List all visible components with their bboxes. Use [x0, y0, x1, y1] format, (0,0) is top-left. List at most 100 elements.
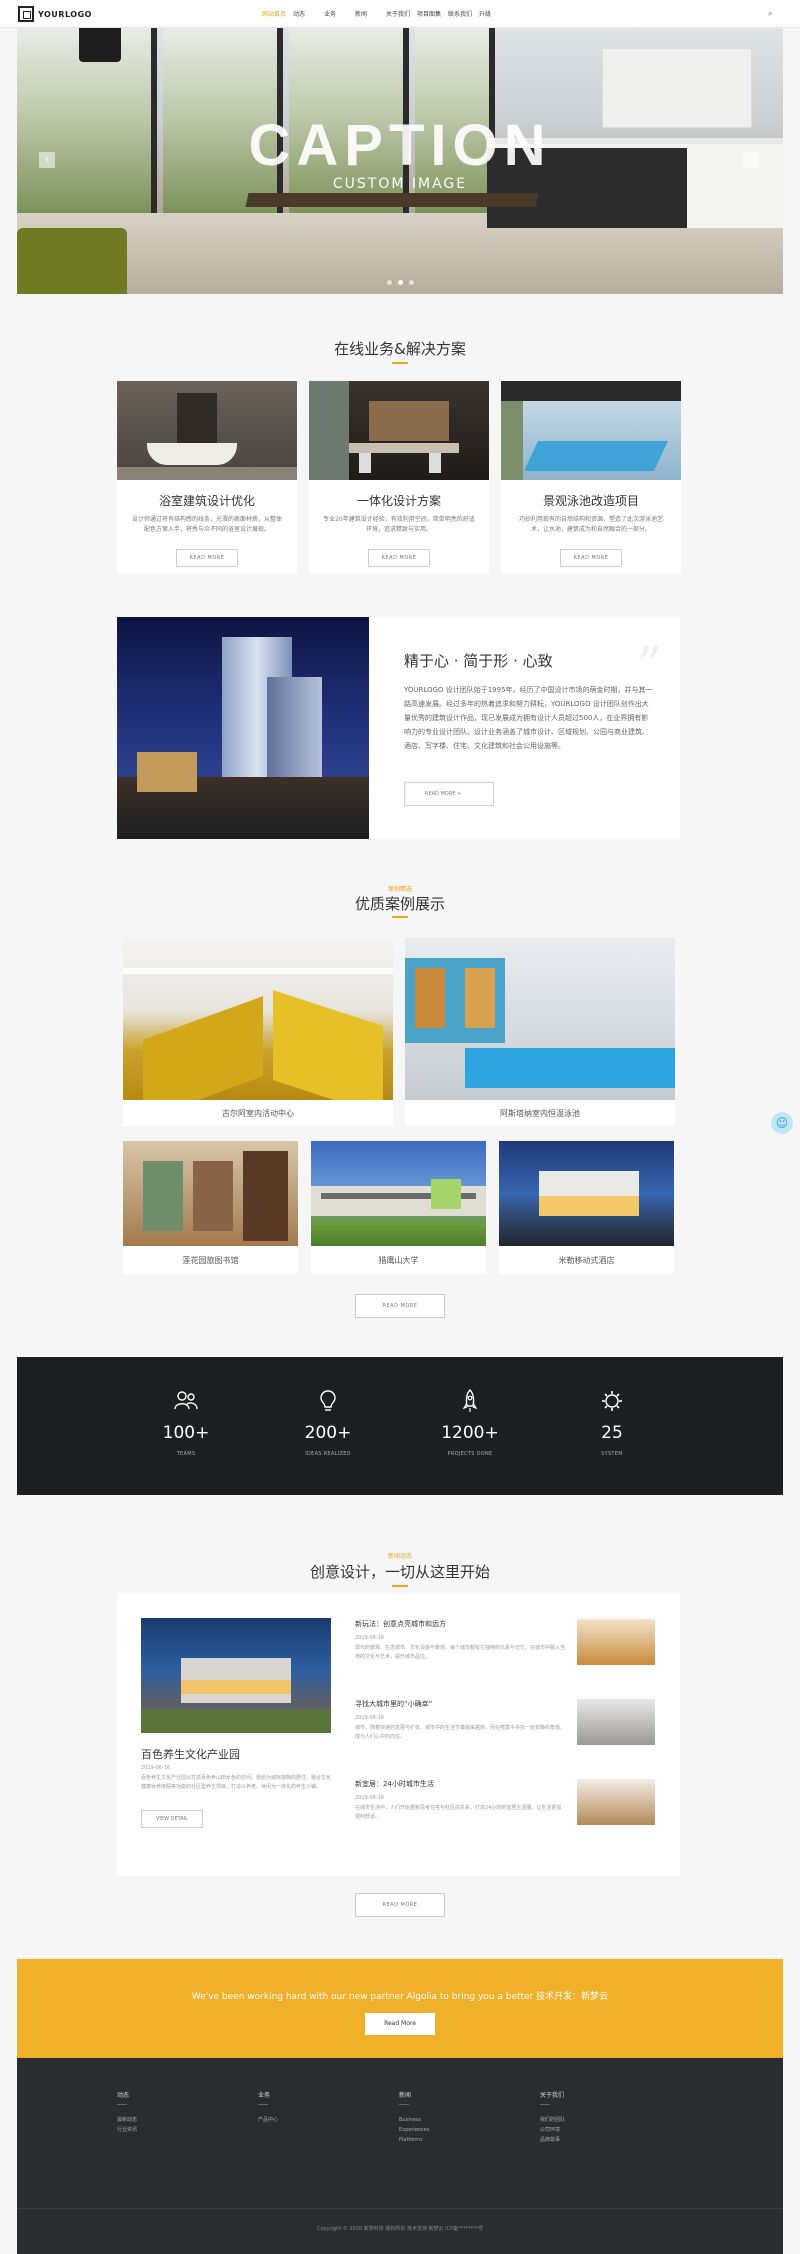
footer-link[interactable]: 产品中心	[258, 2115, 278, 2125]
news-featured-date: 2019-06-16	[141, 1765, 171, 1771]
nav-item-about[interactable]: 关于我们	[386, 9, 417, 18]
service-read-more-button[interactable]: READ MORE	[368, 549, 430, 567]
slider-dot[interactable]	[409, 280, 414, 285]
news-item-text: 在城市生活中，人们开始重新思考住宅与社区的关系，打造24小时的宜居生活圈，让生活…	[355, 1805, 562, 1820]
nav-item-gallery[interactable]: 项目图集	[417, 9, 448, 18]
case-card[interactable]: 阿斯塔纳室内恒温泳池	[405, 938, 675, 1126]
footer-divider	[540, 2104, 550, 2105]
slider-dot[interactable]	[387, 280, 392, 285]
stat-value: 100+	[162, 1423, 210, 1443]
cta-read-more-button[interactable]: Read More	[365, 2013, 435, 2035]
hero-subtitle: CUSTOM IMAGE	[332, 176, 468, 192]
footer-link[interactable]: 公司环境	[540, 2125, 565, 2135]
about-title: 精于心 · 简于形 · 心致	[404, 652, 553, 670]
nav-item-business[interactable]: 业务	[324, 9, 355, 18]
nav-item-contact[interactable]: 联系我们	[448, 9, 479, 18]
cases-read-more-button[interactable]: READ MORE	[355, 1294, 445, 1318]
service-card[interactable]: 景观泳池改造项目 巧妙利用现有的自然结构和资源，塑造了此次游泳池艺术，让水池，建…	[501, 381, 681, 573]
case-card[interactable]: 米勒移动式酒店	[499, 1141, 674, 1274]
site-header: YOURLOGO 网站首页 动态 业务 新闻 关于我们 项目图集 联系我们 升级…	[0, 0, 800, 28]
news-label: 新闻动态	[387, 1553, 412, 1560]
service-read-more-button[interactable]: READ MORE	[176, 549, 238, 567]
news-list-item[interactable]: 寻找大城市里的“小确幸” 2019-06-16 城市，随着快速的发展与扩张，城市…	[355, 1699, 655, 1759]
nav-item-news-feed[interactable]: 动态	[293, 9, 324, 18]
footer-link[interactable]: 我们的团队	[540, 2115, 565, 2125]
about-section: ” 精于心 · 简于形 · 心致 YOURLOGO 设计团队始于1995年，经历…	[117, 617, 680, 839]
logo-text: YOURLOGO	[38, 9, 92, 19]
nav-item-news[interactable]: 新闻	[355, 9, 386, 18]
footer-divider-line	[17, 2208, 783, 2209]
news-title: 创意设计，一切从这里开始	[309, 1563, 490, 1581]
search-icon[interactable]: ⌕	[768, 9, 772, 19]
service-read-more-button[interactable]: READ MORE	[560, 549, 622, 567]
rocket-icon	[410, 1389, 530, 1413]
case-image-activity-center	[123, 938, 393, 1100]
footer-link[interactable]: 品牌故事	[540, 2135, 565, 2145]
service-image-bathroom	[117, 381, 297, 480]
service-text: 专业20年建筑设计经验，有效利用空间，简单明亮的舒适环境，追求精致与实用。	[323, 516, 475, 533]
footer-column: 新闻 Business Experiences Platforms	[399, 2090, 430, 2145]
footer-link[interactable]: Experiences	[399, 2125, 430, 2135]
nav-item-upgrade[interactable]: 升级	[479, 9, 510, 18]
service-card[interactable]: 一体化设计方案 专业20年建筑设计经验，有效利用空间，简单明亮的舒适环境，追求精…	[309, 381, 489, 573]
service-image-dining	[309, 381, 489, 480]
services-title-underline	[392, 362, 408, 364]
hero-lamp	[79, 28, 121, 62]
slider-dot-active[interactable]	[398, 280, 403, 285]
news-item-thumbnail	[577, 1699, 655, 1745]
service-title: 一体化设计方案	[356, 494, 441, 508]
about-text: YOURLOGO 设计团队始于1995年，经历了中国设计市场的萌金时期，并与其一…	[404, 686, 653, 750]
news-list-item[interactable]: 新玩法：创意点亮城市和远方 2019-06-16 现代的景观、生态城市、文化设施…	[355, 1619, 655, 1679]
stat-item: 25 SYSTEM	[552, 1357, 672, 1457]
chat-float-icon[interactable]: ☺	[771, 1112, 793, 1134]
site-footer: 动态 最新动态 行业资讯 业务 产品中心 新闻 Business Experie…	[17, 2058, 783, 2254]
footer-column: 动态 最新动态 行业资讯	[117, 2090, 137, 2135]
service-card[interactable]: 浴室建筑设计优化 设计师通过将有结构感的线条，光滑的表面材质，从整体配色方案入手…	[117, 381, 297, 573]
footer-link[interactable]: 行业资讯	[117, 2125, 137, 2135]
logo[interactable]: YOURLOGO	[18, 6, 92, 22]
news-featured-title[interactable]: 百色养生文化产业园	[141, 1746, 240, 1762]
nav-item-home[interactable]: 网站首页	[262, 9, 293, 18]
case-card[interactable]: 古尔阿室内活动中心	[123, 938, 393, 1126]
service-image-pool	[501, 381, 681, 480]
footer-link[interactable]: 最新动态	[117, 2115, 137, 2125]
case-card[interactable]: 猎鹰山大学	[311, 1141, 486, 1274]
news-panel: 百色养生文化产业园 2019-06-16 百色养生文化产业园以打造百色养山田水色…	[117, 1593, 680, 1876]
hero-table	[245, 193, 539, 207]
hero-chair	[17, 228, 127, 294]
service-text: 设计师通过将有结构感的线条，光滑的表面材质，从整体配色方案入手，将秀与众不同的浴…	[131, 516, 282, 533]
news-item-text: 城市，随着快速的发展与扩张，城市中的生活节奏越来越快，而在喧嚣中寻找一处安静的角…	[355, 1725, 566, 1740]
stats-bar: 100+ TEAMS 200+ IDEAS REALIZED 1200+ PRO…	[17, 1357, 783, 1495]
cta-text: We've been working hard with our new par…	[191, 1992, 609, 2002]
case-card[interactable]: 莲花园旅图书馆	[123, 1141, 298, 1274]
cases-title: 优质案例展示	[354, 895, 445, 913]
case-image-university	[311, 1141, 486, 1246]
footer-column-title: 关于我们	[540, 2092, 565, 2099]
case-caption: 猎鹰山大学	[378, 1256, 419, 1265]
news-list-item[interactable]: 新宜居：24小时城市生活 2019-06-16 在城市生活中，人们开始重新思考住…	[355, 1779, 655, 1839]
stat-item: 100+ TEAMS	[126, 1357, 246, 1457]
team-icon	[126, 1389, 246, 1413]
footer-divider	[399, 2104, 409, 2105]
stat-item: 200+ IDEAS REALIZED	[268, 1357, 388, 1457]
hero-slider: CAPTION CUSTOM IMAGE ‹ ›	[17, 28, 783, 294]
footer-link[interactable]: Business	[399, 2115, 430, 2125]
case-image-indoor-pool	[405, 938, 675, 1100]
view-detail-button[interactable]: VIEW DETAIL	[141, 1810, 203, 1828]
case-caption: 莲花园旅图书馆	[182, 1256, 239, 1265]
plus-icon: +	[456, 791, 462, 797]
news-item-text: 现代的景观、生态城市、文化设施与景观，每个城市都有它独特的元素与记忆，在城市中融…	[355, 1645, 566, 1660]
news-read-more-button[interactable]: READ MORE	[355, 1893, 445, 1917]
stat-item: 1200+ PROJECTS DONE	[410, 1357, 530, 1457]
slider-next-button[interactable]: ›	[743, 152, 759, 168]
about-read-more-label: READ MORE	[425, 791, 456, 797]
slider-dots	[387, 280, 414, 285]
lightbulb-icon	[268, 1389, 388, 1413]
cases-label: 案例精选	[387, 886, 412, 893]
news-featured-image[interactable]	[141, 1618, 331, 1733]
slider-prev-button[interactable]: ‹	[39, 152, 55, 168]
case-caption: 米勒移动式酒店	[558, 1256, 615, 1265]
gear-icon	[552, 1389, 672, 1413]
about-read-more-button[interactable]: READ MORE +	[404, 782, 494, 806]
footer-link[interactable]: Platforms	[399, 2135, 430, 2145]
